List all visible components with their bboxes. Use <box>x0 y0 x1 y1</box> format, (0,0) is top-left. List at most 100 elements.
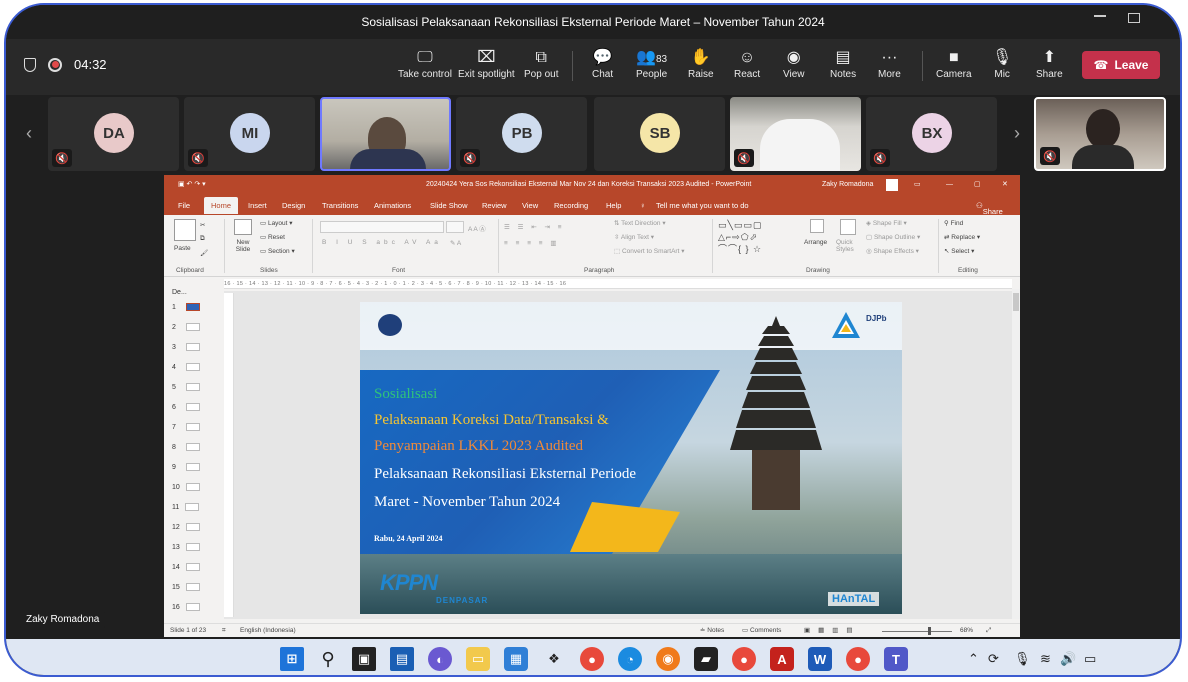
take-control-button[interactable]: 🖵 Take control <box>398 47 452 80</box>
chrome-alt-icon[interactable]: ● <box>846 647 870 671</box>
text-direction-button[interactable]: ⇅ Text Direction ▾ <box>614 219 666 227</box>
chevron-right-icon[interactable]: › <box>1014 123 1020 144</box>
align-text-button[interactable]: ⇳ Align Text ▾ <box>614 233 654 241</box>
slide-thumbnail[interactable]: 15 <box>172 583 200 591</box>
share-button[interactable]: ⚇ Share <box>976 201 1003 216</box>
volume-icon[interactable]: 🔊 <box>1060 651 1076 667</box>
slide-thumbnail[interactable]: 6 <box>172 403 200 411</box>
tab-help[interactable]: Help <box>606 201 621 210</box>
slide-thumbnail[interactable]: 12 <box>172 523 200 531</box>
copy-icon[interactable]: ⧉ <box>200 235 205 243</box>
firefox-icon[interactable]: ◉ <box>656 647 680 671</box>
participant-tile[interactable]: BX 🔇 <box>866 97 997 171</box>
accessibility-icon[interactable]: ⌗ <box>222 624 226 637</box>
file-explorer-icon[interactable]: ▭ <box>466 647 490 671</box>
tab-slide-show[interactable]: Slide Show <box>430 201 468 210</box>
tab-animations[interactable]: Animations <box>374 201 411 210</box>
participant-tile[interactable]: PB 🔇 <box>456 97 587 171</box>
layout-button[interactable]: ▭ Layout ▾ <box>260 219 293 227</box>
widgets-icon[interactable]: ▤ <box>390 647 414 671</box>
shape-effects-button[interactable]: ◎ Shape Effects ▾ <box>866 247 919 255</box>
wifi-icon[interactable]: ≋ <box>1040 651 1051 667</box>
chevron-up-icon[interactable]: ⌃ <box>968 651 979 667</box>
replace-button[interactable]: ⇄ Replace ▾ <box>944 233 980 241</box>
tab-insert[interactable]: Insert <box>248 201 267 210</box>
tab-view[interactable]: View <box>522 201 538 210</box>
share-button[interactable]: ⬆ Share <box>1036 47 1063 80</box>
slide-thumbnail[interactable]: 2 <box>172 323 200 331</box>
ribbon-display-icon[interactable]: ▭ <box>914 175 921 195</box>
comments-button[interactable]: ▭ Comments <box>742 624 781 637</box>
people-button[interactable]: 👥83 People <box>636 47 667 80</box>
participant-tile[interactable]: MI 🔇 <box>184 97 315 171</box>
paste-button[interactable]: Paste <box>174 245 191 252</box>
font-size-select[interactable] <box>446 221 464 233</box>
teams-chat-icon[interactable]: ◐ <box>428 647 452 671</box>
reset-button[interactable]: ▭ Reset <box>260 233 285 241</box>
windows-start-icon[interactable]: ⊞ <box>280 647 304 671</box>
edge-icon[interactable]: ◔ <box>618 647 642 671</box>
participant-video-tile[interactable] <box>320 97 451 171</box>
network-status-icon[interactable]: ⟳ <box>988 651 999 667</box>
app-icon[interactable]: ▰ <box>694 647 718 671</box>
self-video-tile[interactable]: 🔇 <box>1034 97 1166 171</box>
participant-tile[interactable]: SB <box>594 97 725 171</box>
participant-tile[interactable]: DA 🔇 <box>48 97 179 171</box>
tab-transitions[interactable]: Transitions <box>322 201 358 210</box>
task-view-icon[interactable]: ▣ <box>352 647 376 671</box>
chrome-profile-icon[interactable]: ● <box>732 647 756 671</box>
chat-button[interactable]: 💬 Chat <box>592 47 613 80</box>
select-button[interactable]: ↖ Select ▾ <box>944 247 974 255</box>
slide-thumbnail[interactable]: 9 <box>172 463 200 471</box>
current-slide[interactable]: DJPb Sosialisasi Pelaksanaan Koreksi Dat… <box>360 302 902 614</box>
tab-design[interactable]: Design <box>282 201 305 210</box>
notes-button[interactable]: ≐ Notes <box>700 624 724 637</box>
tab-file[interactable]: File <box>178 201 190 210</box>
convert-smartart-button[interactable]: ⬚ Convert to SmartArt ▾ <box>614 247 684 255</box>
slide-thumbnail[interactable]: 14 <box>172 563 200 571</box>
slide-thumbnail[interactable]: 3 <box>172 343 200 351</box>
teams-icon[interactable]: T <box>884 647 908 671</box>
font-color-buttons[interactable]: ✎ A <box>450 239 461 247</box>
leave-button[interactable]: ☎ Leave <box>1082 51 1160 79</box>
font-name-select[interactable] <box>320 221 444 233</box>
format-painter-icon[interactable]: 🖌 <box>200 249 208 257</box>
mic-button[interactable]: 🎙 Mic <box>992 47 1012 80</box>
slide-thumbnail[interactable]: 11 <box>172 503 200 511</box>
save-icon[interactable]: ▣ ↶ ↷ ▾ <box>178 175 206 195</box>
chrome-icon[interactable]: ● <box>580 647 604 671</box>
zoom-level[interactable]: 68% <box>960 624 973 637</box>
maximize-icon[interactable] <box>1128 13 1140 23</box>
raise-hand-button[interactable]: ✋ Raise <box>688 47 714 80</box>
arrange-button[interactable]: Arrange <box>804 239 827 246</box>
minimize-icon[interactable] <box>1094 15 1106 17</box>
slide-thumbnail[interactable]: 5 <box>172 383 200 391</box>
new-slide-button[interactable]: New Slide <box>230 239 256 253</box>
microphone-icon[interactable]: 🎙 <box>1014 651 1031 667</box>
paste-icon[interactable] <box>174 219 196 241</box>
slide-thumbnail[interactable]: 4 <box>172 363 200 371</box>
slide-thumbnail[interactable]: 10 <box>172 483 200 491</box>
tab-home[interactable]: Home <box>204 197 239 214</box>
view-buttons[interactable]: ▣▦▥▤ <box>804 624 861 637</box>
view-button[interactable]: ◉ View <box>783 47 805 80</box>
slide-thumbnail[interactable]: 13 <box>172 543 200 551</box>
participant-video-tile[interactable]: 🔇 <box>730 97 861 171</box>
slide-thumbnail[interactable]: 7 <box>172 423 200 431</box>
zoom-slider[interactable] <box>882 631 952 632</box>
list-buttons[interactable]: ☰ ☰ ⇤ ⇥ ≡ <box>504 223 565 231</box>
exit-spotlight-button[interactable]: ⌧ Exit spotlight <box>458 47 515 80</box>
search-icon[interactable]: ⚲ <box>316 647 340 671</box>
camera-button[interactable]: ■ Camera <box>936 47 972 80</box>
fit-slide-icon[interactable]: ⤢ <box>986 624 991 637</box>
battery-icon[interactable]: ▭ <box>1084 651 1096 667</box>
quick-styles-button[interactable]: Quick Styles <box>836 239 860 253</box>
word-icon[interactable]: W <box>808 647 832 671</box>
cut-icon[interactable]: ✂ <box>200 221 205 229</box>
minimize-icon[interactable]: — <box>946 175 953 195</box>
acrobat-icon[interactable]: A <box>770 647 794 671</box>
tab-recording[interactable]: Recording <box>554 201 588 210</box>
shape-fill-button[interactable]: ◈ Shape Fill ▾ <box>866 219 907 227</box>
vertical-scrollbar[interactable] <box>1012 289 1020 619</box>
react-button[interactable]: ☺ React <box>734 47 760 80</box>
